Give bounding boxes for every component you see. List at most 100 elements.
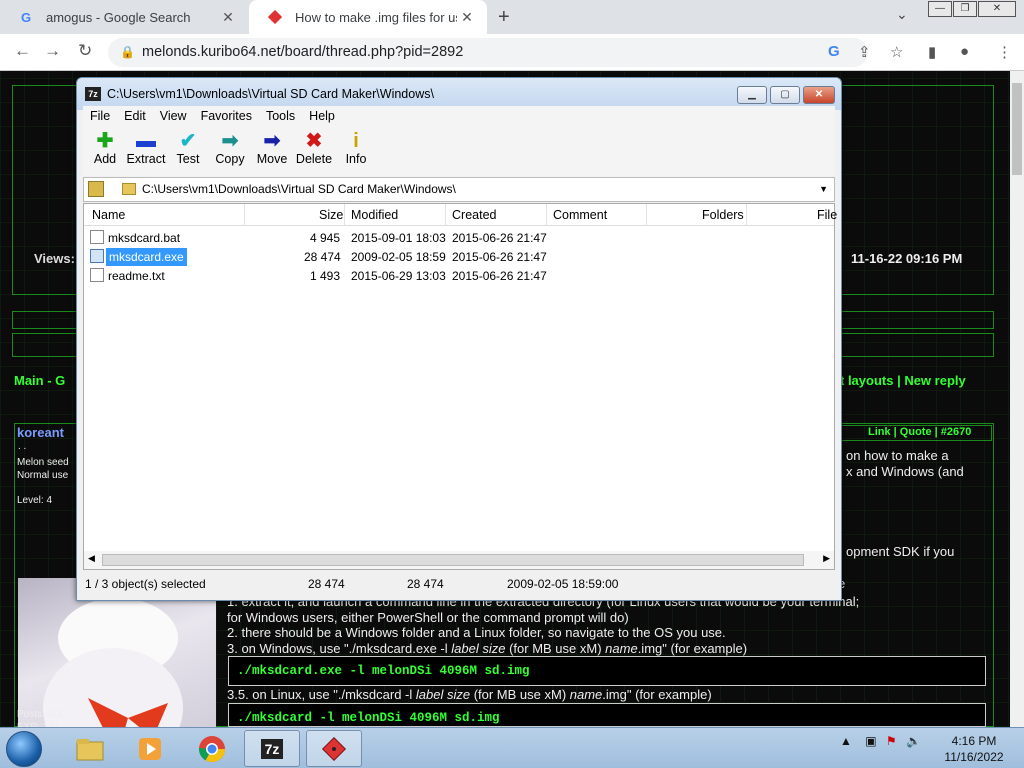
tab-title: How to make .img files for use w	[295, 9, 457, 25]
list-header: Name Size Modified Created Comment Folde…	[84, 204, 837, 226]
menu-help[interactable]: Help	[302, 109, 342, 123]
start-button[interactable]	[6, 731, 42, 767]
close-icon[interactable]: ✕	[457, 9, 477, 26]
clock-time: 4:16 PM	[951, 734, 997, 748]
toolbar: ✚ Add ▬ Extract ✔ Test ➡ Copy ➡ Move ✖ Delete …	[83, 126, 835, 176]
scroll-left-icon[interactable]: ◀	[88, 553, 95, 564]
close-window-button[interactable]: ✕	[978, 1, 1016, 17]
menu-tools[interactable]: Tools	[259, 109, 302, 123]
action-center-icon[interactable]: ⚑	[886, 734, 897, 748]
user-name[interactable]: koreant	[17, 425, 64, 440]
column-files[interactable]: File	[817, 208, 837, 222]
minimize-button[interactable]: ▁	[737, 86, 767, 104]
horizontal-scrollbar[interactable]: ◀ ▶	[84, 551, 834, 569]
share-icon[interactable]: ⇪	[858, 43, 871, 61]
column-created[interactable]: Created	[452, 208, 496, 222]
browser-toolbar: ← → ↻ 🔒 melonds.kuribo64.net/board/threa…	[0, 34, 1024, 71]
file-size: 28 474	[304, 250, 341, 264]
folder-icon	[76, 738, 104, 760]
scrollbar-thumb[interactable]	[102, 554, 804, 566]
close-button[interactable]: ✕	[803, 86, 835, 104]
test-button[interactable]: ✔ Test	[166, 130, 210, 166]
file-modified: 2015-06-29 13:03	[351, 269, 446, 283]
user-dots: . .	[18, 441, 27, 452]
chevron-down-icon[interactable]: ⌄	[896, 6, 908, 23]
clock[interactable]: 4:16 PM 11/16/2022	[934, 733, 1014, 765]
menu-icon[interactable]: ⋮	[997, 43, 1012, 61]
menu-bar: File Edit View Favorites Tools Help	[83, 106, 835, 126]
column-size[interactable]: Size	[319, 208, 343, 222]
post-text: 2. there should be a Windows folder and …	[227, 625, 726, 640]
info-icon: i	[353, 130, 359, 152]
reload-icon[interactable]: ↻	[78, 41, 92, 61]
maximize-button[interactable]: ▢	[770, 86, 800, 104]
copy-button[interactable]: ➡ Copy	[208, 130, 252, 166]
chevron-down-icon[interactable]: ▼	[819, 178, 828, 201]
move-icon: ➡	[263, 130, 281, 152]
menu-edit[interactable]: Edit	[117, 109, 153, 123]
system-tray: ▲ ▣ ⚑ 🔈	[840, 734, 921, 748]
column-modified[interactable]: Modified	[351, 208, 398, 222]
new-tab-button[interactable]: +	[498, 6, 510, 29]
menu-file[interactable]: File	[83, 109, 117, 123]
post-text: opment SDK if you	[846, 544, 955, 559]
scrollbar-thumb[interactable]	[1012, 83, 1022, 175]
menu-view[interactable]: View	[153, 109, 194, 123]
column-comment[interactable]: Comment	[553, 208, 607, 222]
file-row[interactable]: mksdcard.exe 28 474 2009-02-05 18:59 201…	[84, 247, 834, 266]
column-folders[interactable]: Folders	[702, 208, 744, 222]
7zip-icon: 7z	[260, 738, 284, 759]
window-title: C:\Users\vm1\Downloads\Virtual SD Card M…	[107, 87, 434, 101]
selected-date: 2009-02-05 18:59:00	[507, 577, 619, 591]
breadcrumb[interactable]: Main - G	[14, 373, 65, 388]
add-button[interactable]: ✚ Add	[83, 130, 127, 166]
delete-button[interactable]: ✖ Delete	[292, 130, 336, 166]
7zip-window: 7z C:\Users\vm1\Downloads\Virtual SD Car…	[76, 77, 842, 601]
google-lens-icon[interactable]: G	[828, 43, 840, 60]
selected-size: 28 474	[308, 577, 345, 591]
info-button[interactable]: i Info	[334, 130, 378, 166]
browser-tab-strip: G amogus - Google Search ✕ How to make .…	[0, 0, 1024, 34]
melonds-icon	[267, 9, 283, 25]
side-panel-icon[interactable]: ▮	[928, 43, 936, 61]
melonds-taskbar-button[interactable]	[306, 730, 362, 767]
tab-google-search[interactable]: G amogus - Google Search ✕	[0, 0, 248, 34]
move-button[interactable]: ➡ Move	[250, 130, 294, 166]
user-title: Normal use	[17, 470, 69, 481]
post-links[interactable]: Link | Quote | #2670	[868, 426, 971, 438]
test-icon: ✔	[179, 130, 197, 152]
file-row[interactable]: mksdcard.bat 4 945 2015-09-01 18:03 2015…	[84, 228, 834, 247]
column-name[interactable]: Name	[92, 208, 125, 222]
new-reply-link[interactable]: t layouts | New reply	[840, 373, 966, 388]
scroll-right-icon[interactable]: ▶	[823, 553, 830, 564]
menu-favorites[interactable]: Favorites	[194, 109, 259, 123]
folder-icon	[122, 183, 136, 195]
show-hidden-icons-icon[interactable]: ▲	[840, 734, 852, 748]
user-level: Level: 4	[17, 495, 53, 506]
forward-icon[interactable]: →	[44, 41, 61, 61]
maximize-button[interactable]: ❐	[953, 1, 977, 17]
volume-icon[interactable]: 🔈	[906, 734, 921, 748]
7zip-taskbar-button[interactable]: 7z	[244, 730, 300, 767]
media-player-taskbar-button[interactable]	[122, 730, 178, 767]
minimize-button[interactable]: —	[928, 1, 952, 17]
path-bar[interactable]: C:\Users\vm1\Downloads\Virtual SD Card M…	[83, 177, 835, 202]
file-size: 1 493	[309, 269, 340, 283]
extract-button[interactable]: ▬ Extract	[124, 130, 168, 166]
explorer-taskbar-button[interactable]	[62, 730, 118, 767]
file-name: mksdcard.exe	[106, 248, 187, 266]
folder-up-icon[interactable]	[88, 181, 104, 197]
profile-icon[interactable]: ●	[960, 43, 969, 60]
close-icon[interactable]: ✕	[218, 9, 238, 26]
address-bar[interactable]: 🔒 melonds.kuribo64.net/board/thread.php?…	[108, 38, 868, 67]
selection-status: 1 / 3 object(s) selected	[85, 577, 206, 591]
page-scrollbar[interactable]	[1010, 71, 1024, 727]
user-title: Melon seed	[17, 457, 69, 468]
network-icon[interactable]: ▣	[865, 734, 876, 748]
file-list: Name Size Modified Created Comment Folde…	[83, 203, 837, 570]
star-icon[interactable]: ☆	[890, 43, 903, 61]
back-icon[interactable]: ←	[14, 41, 31, 61]
file-row[interactable]: readme.txt 1 493 2015-06-29 13:03 2015-0…	[84, 266, 834, 285]
tab-melonds-thread[interactable]: How to make .img files for use w ✕	[249, 0, 487, 34]
chrome-taskbar-button[interactable]	[184, 730, 240, 767]
